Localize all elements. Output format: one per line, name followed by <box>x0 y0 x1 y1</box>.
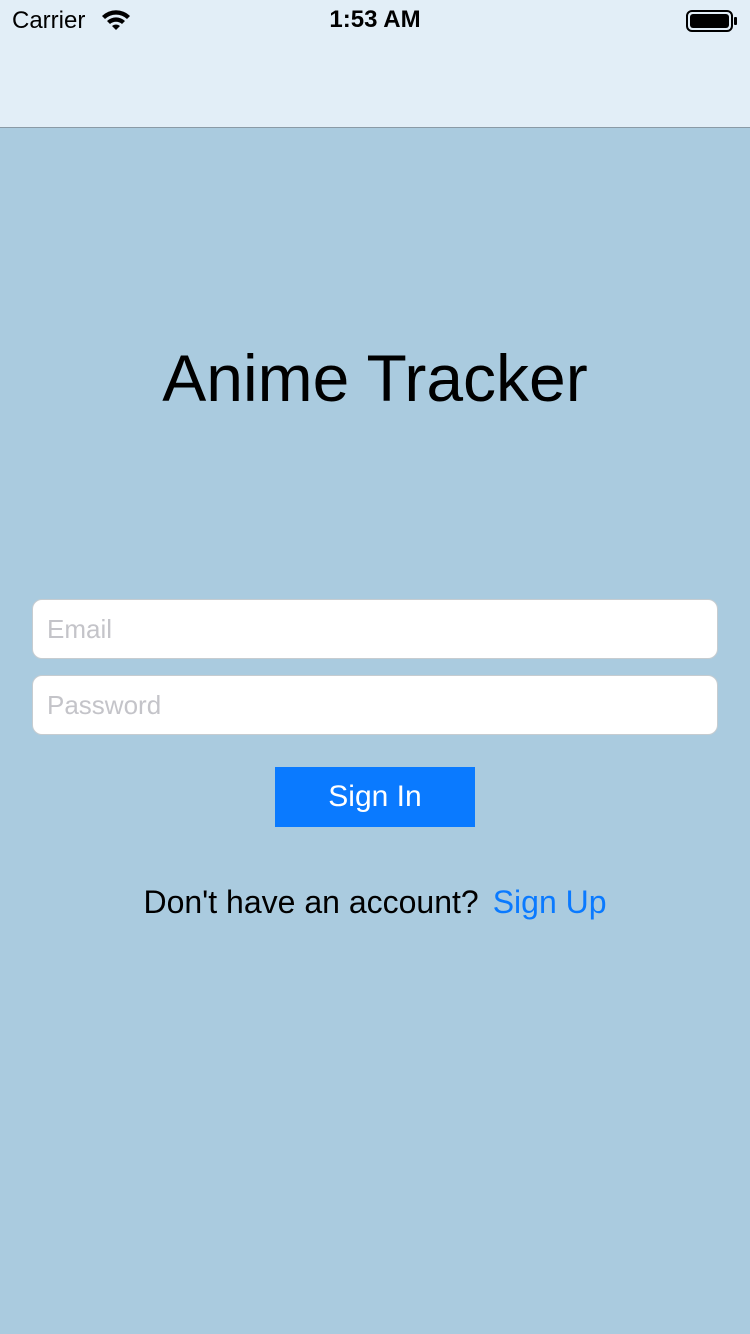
clock: 1:53 AM <box>329 6 421 33</box>
login-screen: Carrier 1:53 AM Anime Tracker Sign In Do… <box>0 0 750 1334</box>
email-field[interactable] <box>32 599 718 659</box>
app-title: Anime Tracker <box>162 341 588 415</box>
signup-row: Don't have an account? Sign Up <box>0 884 750 921</box>
password-field[interactable] <box>32 675 718 735</box>
battery-icon <box>686 10 737 32</box>
status-bar: Carrier 1:53 AM <box>0 0 750 40</box>
signup-prompt: Don't have an account? <box>143 884 479 920</box>
sign-up-link[interactable]: Sign Up <box>493 884 607 920</box>
sign-in-button[interactable]: Sign In <box>275 767 475 827</box>
